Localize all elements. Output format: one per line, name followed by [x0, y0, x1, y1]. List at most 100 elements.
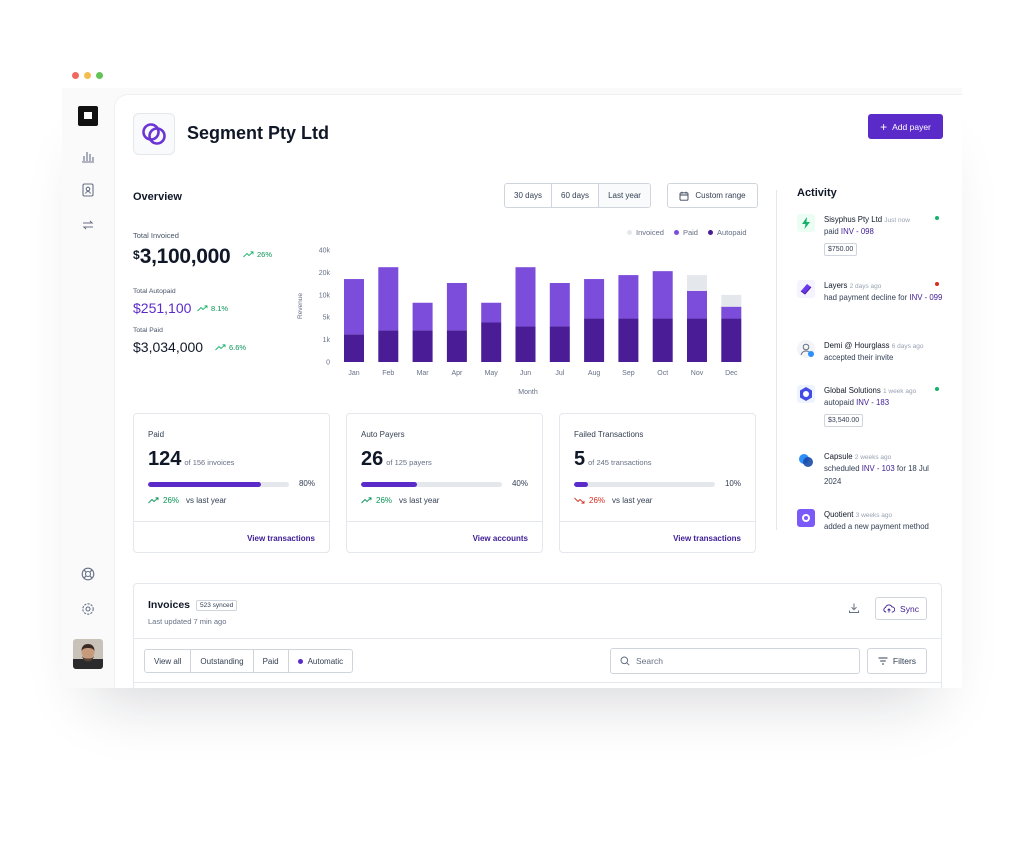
y-tick-label: 10k: [319, 292, 331, 299]
card-link[interactable]: View accounts: [473, 534, 528, 543]
bar-autopaid-mar[interactable]: [412, 330, 433, 362]
bar-autopaid-jan[interactable]: [344, 334, 364, 362]
card-value-number: 5: [574, 448, 586, 470]
tab-outstanding[interactable]: Outstanding: [191, 650, 254, 672]
tab-view-all[interactable]: View all: [145, 650, 192, 672]
activity-amount-tag: $3,540.00: [824, 413, 864, 428]
trend-vs-label: vs last year: [186, 496, 227, 505]
bar-autopaid-aug[interactable]: [584, 318, 605, 362]
card-title: Auto Payers: [361, 430, 405, 439]
total-invoiced: $ 3,100,000: [133, 245, 231, 269]
card-value-number: 124: [148, 448, 182, 470]
currency-symbol: $: [133, 248, 140, 262]
card-title: Paid: [148, 430, 165, 439]
sisyphus-logo-icon: [797, 214, 815, 232]
progress-fill: [574, 482, 589, 487]
bar-autopaid-oct[interactable]: [652, 318, 673, 362]
trend-up-icon: [361, 497, 372, 504]
bar-autopaid-feb[interactable]: [378, 330, 399, 362]
bar-autopaid-may[interactable]: [481, 322, 502, 363]
search-input[interactable]: Search: [610, 648, 860, 674]
x-tick-label: Feb: [382, 370, 394, 377]
activity-time: 6 days ago: [891, 343, 924, 350]
card-link[interactable]: View transactions: [673, 534, 741, 543]
filters-label: Filters: [892, 656, 917, 666]
logo-icon[interactable]: [76, 104, 100, 128]
activity-amount-tag: $750.00: [824, 242, 858, 257]
activity-text: Demi @ Hourglass 6 days ago accepted thei…: [824, 340, 944, 365]
activity-description: autopaid: [824, 398, 854, 408]
range-last-year[interactable]: Last year: [599, 184, 650, 207]
bar-paid-jul[interactable]: [549, 283, 570, 327]
y-axis-label: Revenue: [297, 293, 304, 319]
range-30-days[interactable]: 30 days: [505, 184, 553, 207]
custom-range-button[interactable]: Custom range: [667, 183, 758, 208]
maximize-dot[interactable]: [96, 72, 103, 79]
window-controls: [72, 72, 103, 79]
activity-text: Sisyphus Pty Ltd Just now paid INV - 098 …: [824, 214, 944, 257]
activity-invoice-link[interactable]: INV - 098: [841, 227, 874, 236]
bar-autopaid-nov[interactable]: [687, 318, 707, 362]
overview-title: Overview: [133, 191, 182, 203]
user-avatar[interactable]: [73, 639, 103, 669]
contact-icon[interactable]: [76, 178, 100, 202]
total-invoiced-label: Total Invoiced: [133, 231, 179, 240]
synced-badge: 523 synced: [196, 599, 238, 611]
filters-button[interactable]: Filters: [867, 648, 927, 674]
bar-paid-apr[interactable]: [446, 283, 467, 331]
bar-paid-may[interactable]: [481, 302, 502, 323]
minimize-dot[interactable]: [84, 72, 91, 79]
bar-paid-dec[interactable]: [721, 306, 742, 319]
bar-invoiced-dec[interactable]: [721, 294, 742, 307]
settings-icon[interactable]: [76, 597, 100, 621]
activity-time: 3 weeks ago: [855, 512, 893, 519]
activity-invoice-link[interactable]: INV - 103: [862, 464, 895, 473]
stat-card: Failed Transactions 5 of 245 transactions 1…: [559, 413, 756, 553]
trend-vs-label: vs last year: [399, 496, 440, 505]
bar-paid-oct[interactable]: [652, 271, 673, 319]
card-footer: View accounts: [347, 521, 542, 554]
legend-autopaid: Autopaid: [707, 228, 747, 237]
bar-autopaid-dec[interactable]: [721, 318, 742, 362]
calendar-icon: [679, 191, 689, 201]
bar-paid-aug[interactable]: [584, 279, 605, 319]
bar-autopaid-jul[interactable]: [549, 326, 570, 362]
activity-invoice-link[interactable]: INV - 183: [856, 398, 889, 407]
close-dot[interactable]: [72, 72, 79, 79]
trend-down-icon: [574, 497, 585, 504]
bar-chart-icon[interactable]: [76, 144, 100, 168]
help-icon[interactable]: [76, 562, 100, 586]
chart-legend: Invoiced Paid Autopaid: [627, 228, 747, 237]
range-60-days[interactable]: 60 days: [552, 184, 600, 207]
progress-track: [574, 482, 715, 487]
activity-description: accepted their invite: [824, 353, 894, 363]
activity-name: Global Solutions: [824, 386, 881, 395]
tab-paid[interactable]: Paid: [254, 650, 289, 672]
bar-autopaid-sep[interactable]: [618, 318, 639, 362]
bar-paid-jan[interactable]: [344, 279, 364, 335]
bar-paid-jun[interactable]: [515, 267, 536, 327]
card-link[interactable]: View transactions: [247, 534, 315, 543]
download-icon[interactable]: [848, 601, 860, 619]
bar-paid-nov[interactable]: [687, 290, 707, 319]
bar-autopaid-jun[interactable]: [515, 326, 536, 362]
bar-autopaid-apr[interactable]: [446, 330, 467, 362]
add-payer-button[interactable]: + Add payer: [868, 114, 943, 139]
bar-paid-sep[interactable]: [618, 275, 639, 319]
card-value-sub: of 125 payers: [386, 458, 432, 467]
tab-automatic[interactable]: Automatic: [289, 650, 353, 672]
invoices-panel: Invoices 523 synced Last updated 7 min a…: [133, 583, 942, 688]
activity-name: Layers: [824, 281, 848, 290]
activity-description: scheduled: [824, 464, 860, 474]
repeat-icon[interactable]: [76, 213, 100, 237]
company-name: Segment Pty Ltd: [187, 123, 330, 143]
sync-button[interactable]: Sync: [875, 597, 927, 620]
bar-paid-feb[interactable]: [378, 267, 399, 331]
progress-percent: 40%: [511, 479, 528, 488]
y-tick-label: 0: [326, 360, 330, 367]
bar-invoiced-nov[interactable]: [687, 275, 707, 291]
activity-text: Layers 2 days ago had payment decline for…: [824, 280, 944, 305]
bar-paid-mar[interactable]: [412, 302, 433, 331]
activity-invoice-link[interactable]: INV - 099: [909, 293, 942, 302]
user-invite-icon: [797, 340, 815, 358]
